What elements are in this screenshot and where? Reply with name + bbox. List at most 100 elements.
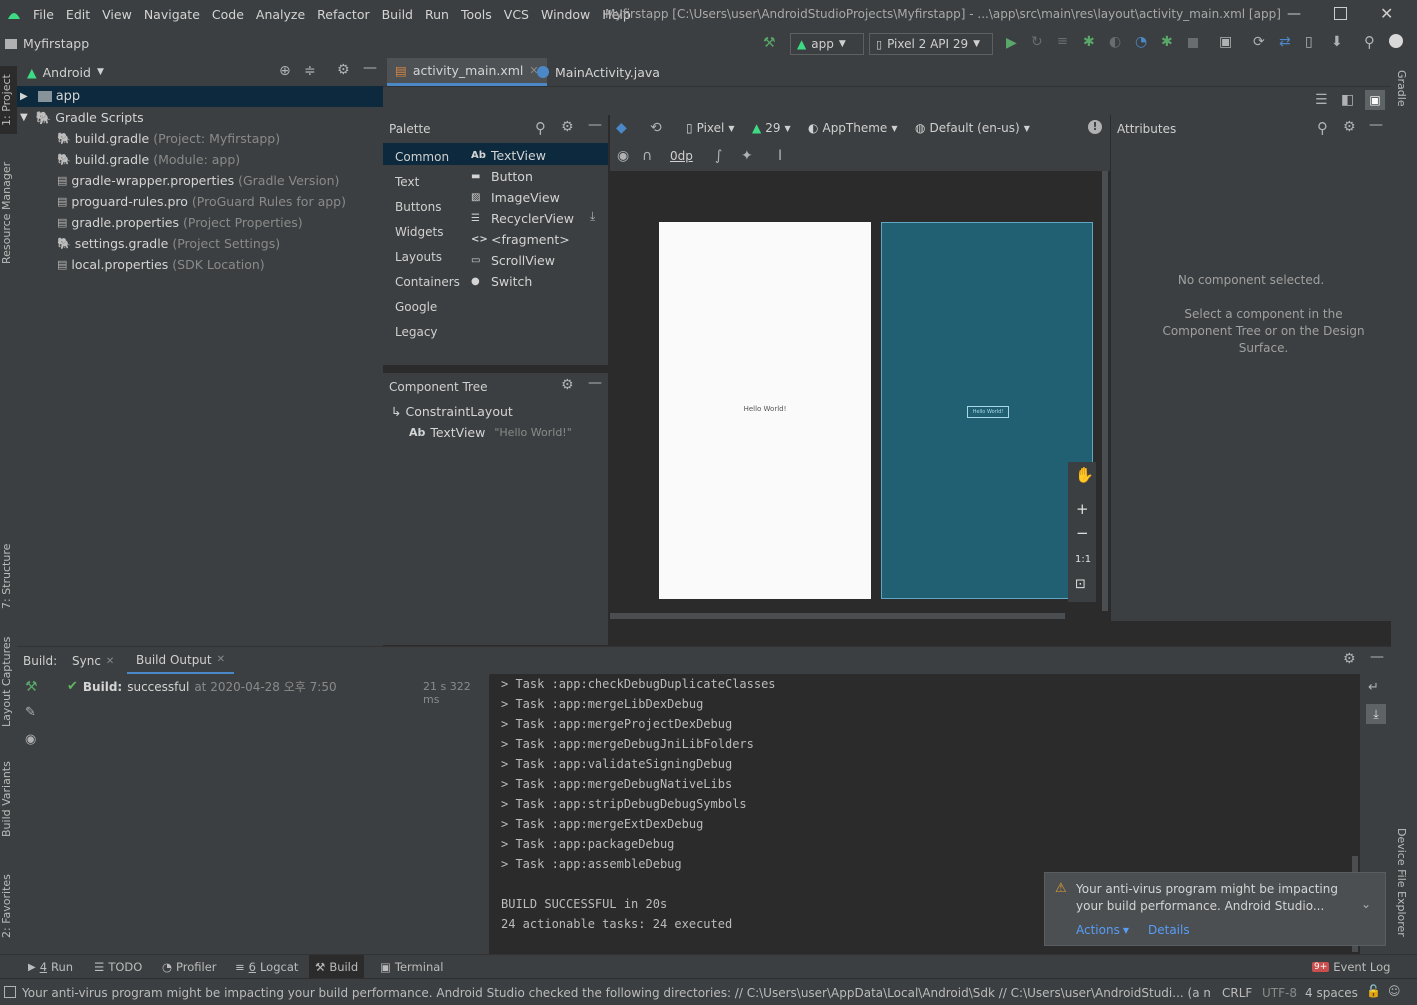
project-structure-icon[interactable]: ▣ (1219, 34, 1232, 50)
palette-category-legacy[interactable]: Legacy (395, 325, 438, 339)
avd-manager-icon[interactable]: ▯ (1305, 34, 1313, 50)
tab-terminal[interactable]: ▣ Terminal (374, 955, 449, 979)
menu-item-refactor[interactable]: Refactor (311, 7, 375, 22)
tree-item-file[interactable]: ▤ proguard-rules.pro (ProGuard Rules for a… (57, 191, 346, 212)
magnet-icon[interactable]: ∩ (642, 148, 652, 164)
apply-changes-icon[interactable]: ↻ (1031, 34, 1043, 50)
close-tab-icon[interactable]: ✕ (106, 656, 114, 667)
gear-icon[interactable]: ⚙ (561, 119, 574, 135)
palette-item-recyclerview[interactable]: ☰ RecyclerView (471, 211, 574, 226)
tree-item-file[interactable]: 🐘 settings.gradle (Project Settings) (57, 233, 280, 254)
project-view-selector[interactable]: ▲ Android ▼ (17, 58, 383, 86)
locale-dropdown[interactable]: ◍ Default (en-us) ▼ (915, 121, 1030, 135)
tab-main-activity-java[interactable]: MainActivity.java (529, 58, 668, 86)
hide-panel-icon[interactable]: — (1369, 117, 1383, 133)
horizontal-scrollbar[interactable] (610, 613, 1065, 619)
split-view-icon[interactable]: ◧ (1341, 92, 1354, 108)
theme-dropdown[interactable]: ◐ AppTheme ▼ (808, 121, 897, 135)
search-icon[interactable]: ⚲ (1317, 119, 1328, 137)
inspector-icon[interactable]: ☺ (1388, 984, 1401, 998)
tree-item-file[interactable]: ▤ gradle-wrapper.properties (Gradle Versio… (57, 170, 339, 191)
event-log-button[interactable]: 9+ Event Log (1306, 955, 1396, 979)
search-everywhere-icon[interactable]: ⚲ (1364, 33, 1375, 51)
tree-item-file[interactable]: 🐘 build.gradle (Module: app) (57, 149, 240, 170)
menu-item-navigate[interactable]: Navigate (138, 7, 206, 22)
palette-category-common[interactable]: Common (395, 150, 449, 164)
palette-item-textview[interactable]: Ab TextView (471, 148, 546, 163)
tree-node-constraint-layout[interactable]: ↳ ConstraintLayout (391, 404, 513, 419)
palette-category-google[interactable]: Google (395, 300, 437, 314)
menu-item-vcs[interactable]: VCS (498, 7, 535, 22)
project-breadcrumb[interactable]: Myfirstapp (5, 36, 89, 51)
pan-hand-icon[interactable]: ✋ (1075, 466, 1094, 484)
tab-run[interactable]: ▶ 4 Run (22, 955, 79, 979)
sync-project-icon[interactable]: ⟳ (1253, 34, 1265, 50)
api-dropdown[interactable]: ▲ 29 ▼ (752, 121, 791, 135)
tool-window-toggle-icon[interactable] (4, 986, 16, 998)
tab-todo[interactable]: ☰ TODO (88, 955, 148, 979)
menu-item-code[interactable]: Code (206, 7, 250, 22)
search-icon[interactable]: ⚲ (535, 119, 546, 137)
locate-icon[interactable]: ⊕ (279, 63, 291, 79)
file-encoding[interactable]: UTF-8 (1262, 986, 1297, 1000)
sdk-manager-icon[interactable]: ⬇ (1331, 34, 1343, 50)
menu-item-run[interactable]: Run (419, 7, 455, 22)
indent-setting[interactable]: 4 spaces (1305, 986, 1358, 1000)
design-preview[interactable]: Hello World! (659, 222, 871, 599)
palette-item-scrollview[interactable]: ▭ ScrollView (471, 253, 555, 268)
palette-item-switch[interactable]: ● Switch (471, 274, 532, 289)
tab-build-output[interactable]: Build Output ✕ (127, 647, 235, 675)
tab-build[interactable]: ⚒ Build (309, 955, 365, 979)
palette-category-buttons[interactable]: Buttons (395, 200, 441, 214)
chevron-down-icon[interactable]: ⌄ (1361, 897, 1371, 911)
orientation-icon[interactable]: ⟲ (650, 120, 662, 136)
tab-layout-captures[interactable]: Layout Captures (0, 632, 17, 732)
palette-category-text[interactable]: Text (395, 175, 419, 189)
scroll-to-end-icon[interactable]: ⤓ (1366, 704, 1386, 724)
debug-icon[interactable]: ✱ (1083, 34, 1095, 50)
design-surface[interactable]: Hello World! Hello World! ✋ + − 1:1 ⊡ (610, 171, 1110, 621)
menu-item-build[interactable]: Build (376, 7, 419, 22)
hammer-build-icon[interactable]: ⚒ (763, 35, 776, 51)
palette-item-imageview[interactable]: ▨ ImageView (471, 190, 560, 205)
avatar[interactable] (1389, 34, 1403, 48)
code-view-icon[interactable]: ☰ (1315, 92, 1328, 108)
soft-wrap-icon[interactable]: ↵ (1368, 680, 1379, 695)
gear-icon[interactable]: ⚙ (1343, 651, 1356, 667)
menu-item-view[interactable]: View (96, 7, 138, 22)
gear-icon[interactable]: ⚙ (337, 62, 350, 78)
gear-icon[interactable]: ⚙ (561, 377, 574, 393)
tab-resource-manager[interactable]: Resource Manager (0, 153, 17, 273)
tree-item-file[interactable]: ▤ local.properties (SDK Location) (57, 254, 265, 275)
close-window-icon[interactable]: ✕ (1380, 4, 1393, 23)
tree-item-app[interactable]: ▶ app (17, 86, 383, 107)
run-config-select[interactable]: ▲ app ▼ (790, 33, 864, 55)
menu-item-window[interactable]: Window (535, 7, 596, 22)
warning-icon[interactable]: ! (1088, 120, 1102, 134)
zoom-fit-icon[interactable]: ⊡ (1075, 577, 1086, 592)
pin-icon[interactable]: ✎ (25, 705, 36, 720)
maximize-icon[interactable] (1334, 7, 1347, 20)
palette-item-button[interactable]: ▬ Button (471, 169, 533, 184)
vertical-scrollbar[interactable] (1102, 171, 1108, 611)
tree-node-textview[interactable]: Ab TextView "Hello World!" (409, 425, 572, 440)
coverage-icon[interactable]: ◐ (1109, 34, 1121, 50)
blueprint-preview[interactable]: Hello World! (881, 222, 1093, 599)
tab-activity-main-xml[interactable]: ▤ activity_main.xml ✕ (387, 58, 547, 86)
apply-code-changes-icon[interactable]: ≡ (1057, 34, 1068, 49)
eye-icon[interactable]: ◉ (25, 732, 36, 747)
device-dropdown[interactable]: ▯ Pixel ▼ (686, 121, 735, 135)
infer-constraints-icon[interactable]: ✦ (741, 148, 753, 164)
notification-actions-link[interactable]: Actions ▼ (1076, 923, 1129, 937)
zoom-in-icon[interactable]: + (1076, 500, 1089, 518)
build-result-row[interactable]: ✔ Build: successful at 2020-04-28 오후 7:5… (67, 678, 337, 695)
menu-item-edit[interactable]: Edit (60, 7, 96, 22)
run-icon[interactable]: ▶ (1006, 35, 1017, 51)
blueprint-textview[interactable]: Hello World! (967, 406, 1009, 418)
tab-structure[interactable]: 7: Structure (0, 536, 17, 616)
gradle-sync-icon[interactable]: ⇄ (1279, 34, 1291, 50)
palette-item-fragment[interactable]: <> <fragment> (471, 232, 570, 247)
zoom-actual-icon[interactable]: 1:1 (1075, 554, 1091, 565)
tab-gradle[interactable]: Gradle (1395, 70, 1408, 130)
hammer-icon[interactable]: ⚒ (25, 679, 38, 695)
